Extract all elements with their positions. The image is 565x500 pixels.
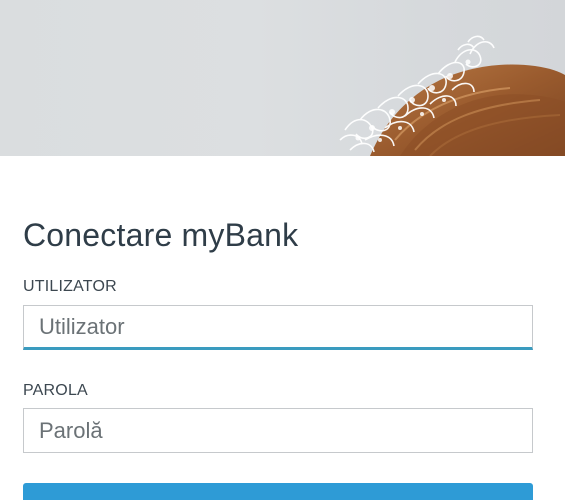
page-title: Conectare myBank: [23, 217, 299, 253]
username-label: UTILIZATOR: [23, 278, 117, 295]
password-input[interactable]: [23, 408, 533, 453]
hero-photo-illustration: [339, 35, 565, 156]
username-input[interactable]: [23, 305, 533, 350]
password-label: PAROLA: [23, 382, 88, 399]
login-page: Conectare myBank UTILIZATOR PAROLA: [0, 0, 565, 500]
login-button[interactable]: [23, 483, 533, 500]
hero-banner-image: [0, 0, 565, 156]
